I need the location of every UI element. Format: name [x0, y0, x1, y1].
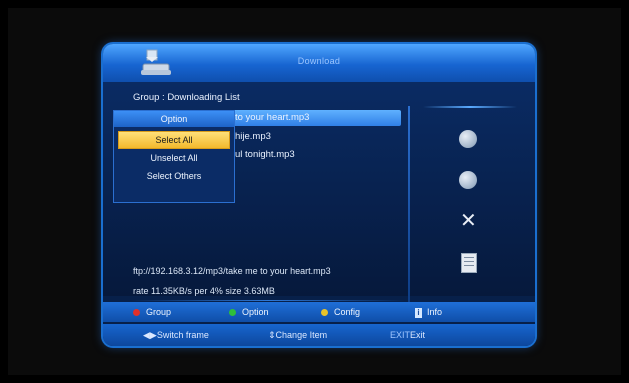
play-icon[interactable] [459, 130, 477, 148]
key-label: Option [242, 307, 269, 317]
green-key-option[interactable]: Option [229, 307, 269, 317]
group-label: Group : Downloading List [133, 92, 240, 103]
exit-key-label: EXIT [390, 330, 411, 340]
info-icon: i [415, 308, 422, 318]
key-label: Group [146, 307, 172, 317]
option-popup-title: Option [114, 111, 234, 127]
list-item[interactable]: to your heart.mp3 [229, 110, 401, 126]
option-popup: Option Select All Unselect All Select Ot… [113, 110, 235, 203]
list-item-label: hije.mp3 [235, 131, 271, 142]
exit-hint[interactable]: EXITExit [390, 330, 425, 340]
right-panel-rule [423, 106, 517, 108]
window-header: Download [103, 44, 535, 82]
info-key[interactable]: i Info [415, 307, 442, 318]
list-item[interactable]: ul tonight.mp3 [235, 147, 295, 163]
left-right-arrows-icon: ◀▶ [143, 330, 157, 340]
yellow-dot-icon [321, 309, 328, 316]
panel-divider [408, 106, 410, 302]
menu-item-select-all[interactable]: Select All [118, 131, 230, 149]
menu-item-unselect-all[interactable]: Unselect All [114, 149, 234, 167]
details-separator [131, 300, 405, 301]
change-item-hint: ⇕Change Item [268, 330, 327, 341]
key-label: Info [427, 307, 443, 317]
list-item[interactable]: hije.mp3 [235, 129, 271, 145]
hint-label: Switch frame [156, 330, 209, 340]
red-dot-icon [133, 309, 140, 316]
green-dot-icon [229, 309, 236, 316]
hint-label: Exit [410, 330, 426, 340]
key-label: Config [334, 307, 361, 317]
menu-item-select-others[interactable]: Select Others [114, 167, 234, 185]
yellow-key-config[interactable]: Config [321, 307, 360, 317]
window-title: Download [297, 56, 341, 66]
list-item-label: to your heart.mp3 [235, 112, 310, 123]
document-icon[interactable] [461, 253, 477, 273]
download-stats: rate 11.35KB/s per 4% size 3.63MB [133, 286, 275, 296]
hint-label: Change Item [275, 330, 328, 340]
download-url: ftp://192.168.3.12/mp3/take me to your h… [133, 266, 331, 276]
stop-icon[interactable] [459, 171, 477, 189]
color-key-bar: Group Option Config i Info [103, 302, 535, 322]
navigation-hint-bar: ◀▶Switch frame ⇕Change Item EXITExit [103, 324, 535, 346]
red-key-group[interactable]: Group [133, 307, 171, 317]
up-down-arrows-icon: ⇕ [268, 330, 276, 340]
list-item-label: ul tonight.mp3 [235, 149, 295, 160]
delete-icon[interactable]: ✕ [460, 211, 477, 231]
switch-frame-hint: ◀▶Switch frame [143, 330, 209, 341]
